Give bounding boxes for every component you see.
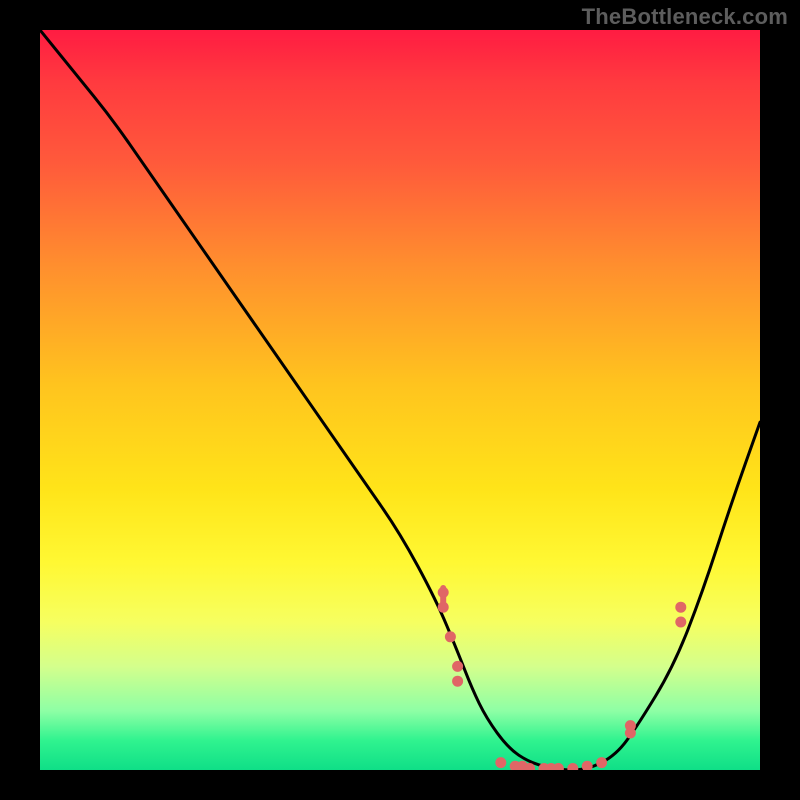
data-point — [596, 757, 607, 768]
data-point — [567, 763, 578, 770]
watermark-text: TheBottleneck.com — [582, 4, 788, 30]
data-point-bar — [440, 585, 446, 607]
data-point — [625, 720, 636, 731]
data-point — [452, 676, 463, 687]
data-point — [675, 602, 686, 613]
plot-area — [40, 30, 760, 770]
data-point — [452, 661, 463, 672]
bottleneck-curve — [40, 30, 760, 770]
data-point — [582, 761, 593, 770]
data-points-group — [438, 585, 687, 770]
data-point — [445, 631, 456, 642]
data-point — [675, 617, 686, 628]
data-point — [495, 757, 506, 768]
data-point — [553, 763, 564, 770]
curve-svg — [40, 30, 760, 770]
chart-container: TheBottleneck.com — [0, 0, 800, 800]
